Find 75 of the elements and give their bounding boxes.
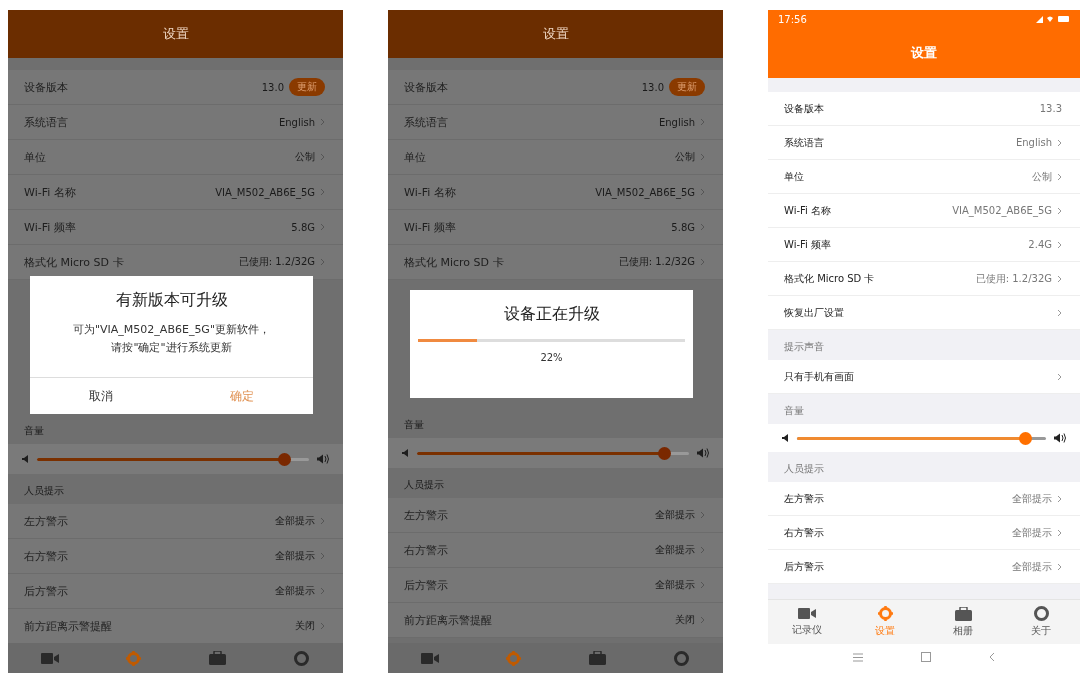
settings-row[interactable]: 只有手机有画面 [768, 360, 1080, 394]
status-time: 17:56 [778, 13, 807, 25]
gear-icon [506, 650, 522, 666]
dialog-title: 有新版本可升级 [115, 290, 228, 311]
settings-row[interactable]: 后方警示 全部提示 [388, 568, 723, 603]
settings-row[interactable]: 格式化 Micro SD 卡 已使用: 1.2/32G [8, 245, 343, 280]
settings-row[interactable]: 设备版本 13.3 [768, 92, 1080, 126]
briefcase-icon [208, 651, 226, 665]
video-camera-icon [420, 651, 439, 665]
dialog-message: 请按"确定"进行系统更新 [111, 339, 232, 356]
page-title: 设置 [911, 44, 937, 62]
back-icon[interactable] [989, 652, 995, 662]
settings-row[interactable]: 设备版本 13.0 更新 [388, 70, 723, 105]
section-header: 人员提示 [784, 462, 824, 476]
section-header: 音量 [404, 418, 424, 432]
section-header: 提示声音 [784, 340, 824, 354]
settings-row[interactable]: Wi-Fi 名称 VIA_M502_AB6E_5G [768, 194, 1080, 228]
video-camera-icon [798, 607, 816, 620]
speaker-low-icon [22, 455, 29, 463]
settings-row[interactable]: 右方警示 全部提示 [768, 516, 1080, 550]
settings-row[interactable]: 单位 公制 [768, 160, 1080, 194]
tab-item[interactable]: 设置 [860, 606, 910, 638]
settings-row[interactable]: 系统语言 English [768, 126, 1080, 160]
settings-row[interactable]: 系统语言 English [8, 105, 343, 140]
speaker-low-icon [782, 434, 789, 442]
settings-row[interactable]: Wi-Fi 名称 VIA_M502_AB6E_5G [388, 175, 723, 210]
section-header: 人员提示 [404, 478, 444, 492]
volume-slider[interactable] [37, 452, 309, 466]
dialog-button[interactable]: 确定 [171, 378, 313, 414]
volume-slider[interactable] [417, 446, 689, 460]
settings-row[interactable]: 后方警示 全部提示 [8, 574, 343, 609]
briefcase-icon [588, 651, 606, 665]
settings-row[interactable]: 恢复出厂设置 [768, 296, 1080, 330]
speaker-high-icon [1054, 433, 1066, 443]
speaker-high-icon [317, 454, 329, 464]
section-header: 音量 [784, 404, 804, 418]
settings-row[interactable]: 格式化 Micro SD 卡 已使用: 1.2/32G [388, 245, 723, 280]
menu-icon[interactable] [853, 652, 863, 662]
section-header: 人员提示 [24, 484, 64, 498]
speaker-high-icon [697, 448, 709, 458]
settings-row[interactable]: 设备版本 13.0 更新 [8, 70, 343, 105]
settings-row[interactable]: Wi-Fi 频率 5.8G [388, 210, 723, 245]
gear-icon [126, 650, 142, 666]
tab-item[interactable]: 相册 [938, 606, 988, 638]
video-camera-icon [40, 651, 59, 665]
section-header: 音量 [24, 424, 44, 438]
settings-row[interactable]: 格式化 Micro SD 卡 已使用: 1.2/32G [768, 262, 1080, 296]
settings-row[interactable]: 前方距离示警提醒 关闭 [388, 603, 723, 638]
tab-item[interactable]: 记录仪 [782, 607, 832, 637]
settings-row[interactable]: 右方警示 全部提示 [8, 539, 343, 574]
briefcase-icon [954, 606, 972, 621]
settings-row[interactable]: Wi-Fi 名称 VIA_M502_AB6E_5G [8, 175, 343, 210]
gear-icon [877, 606, 893, 621]
settings-row[interactable]: Wi-Fi 频率 5.8G [8, 210, 343, 245]
settings-row[interactable]: 左方警示 全部提示 [768, 482, 1080, 516]
progress-percent: 22% [540, 352, 563, 363]
settings-row[interactable]: 右方警示 全部提示 [388, 533, 723, 568]
home-square-icon[interactable] [921, 652, 931, 662]
dialog-button[interactable]: 取消 [30, 378, 172, 414]
page-title: 设置 [162, 25, 189, 43]
settings-row[interactable]: 单位 公制 [388, 140, 723, 175]
dialog-title: 设备正在升级 [503, 304, 600, 325]
volume-slider[interactable] [797, 431, 1046, 445]
dialog-message: 可为"VIA_M502_AB6E_5G"更新软件， [73, 322, 270, 338]
speaker-low-icon [402, 449, 409, 457]
settings-row[interactable]: 左方警示 全部提示 [8, 504, 343, 539]
settings-row[interactable]: 后方警示 全部提示 [768, 550, 1080, 584]
signal-battery-icon [1036, 15, 1070, 23]
settings-row[interactable]: 前方距离示警提醒 关闭 [8, 609, 343, 644]
tab-item[interactable]: 关于 [1016, 606, 1066, 638]
page-title: 设置 [542, 25, 569, 43]
settings-row[interactable]: 左方警示 全部提示 [388, 498, 723, 533]
settings-row[interactable]: 单位 公制 [8, 140, 343, 175]
settings-row[interactable]: 系统语言 English [388, 105, 723, 140]
settings-row[interactable]: Wi-Fi 频率 2.4G [768, 228, 1080, 262]
